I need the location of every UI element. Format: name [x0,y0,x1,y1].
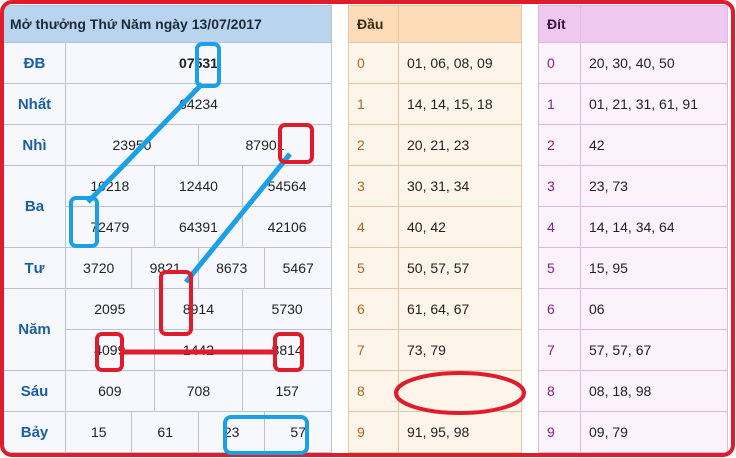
prize-tu-value: 8673 [197,247,266,289]
prize-ba-value: 10218 [65,165,155,207]
dau-values: 61, 64, 67 [398,288,522,330]
dau-digit: 9 [348,411,399,453]
prize-label-tu: Tư [3,247,66,289]
dit-digit: 0 [538,42,581,84]
dit-values: 08, 18, 98 [580,370,728,412]
dau-values: 91, 95, 98 [398,411,522,453]
prize-ba-value: 72479 [65,206,155,248]
dau-digit: 5 [348,247,399,289]
dau-values [398,370,522,412]
dau-digit: 4 [348,206,399,248]
prize-ba-value: 64391 [153,206,244,248]
dit-header: Đít [538,5,581,43]
dau-header-blank [398,5,522,43]
prize-sau-value: 708 [153,370,244,412]
prize-nam-value: 5730 [242,288,332,330]
dit-digit: 6 [538,288,581,330]
dau-digit: 6 [348,288,399,330]
dau-values: 20, 21, 23 [398,124,522,166]
dau-digit: 7 [348,329,399,371]
dau-table: Đầu 0 01, 06, 08, 09 1 14, 14, 15, 18 2 20,… [348,5,522,453]
prize-tu-value: 3720 [64,247,133,289]
dit-values: 23, 73 [580,165,728,207]
prize-bay-value: 23 [197,411,266,453]
dau-values: 30, 31, 34 [398,165,522,207]
prize-nam-value: 1442 [153,329,244,371]
lottery-result-panel: Mở thưởng Thứ Năm ngày 13/07/2017 ĐB 075… [0,0,736,458]
dit-header-blank [580,5,728,43]
dit-values: 57, 57, 67 [580,329,728,371]
dau-digit: 2 [348,124,399,166]
dit-digit: 9 [538,411,581,453]
dit-table: Đít 0 20, 30, 40, 50 1 01, 21, 31, 61, 91 … [538,5,728,453]
dit-digit: 4 [538,206,581,248]
prize-label-db: ĐB [3,42,66,84]
dau-values: 01, 06, 08, 09 [398,42,522,84]
dau-values: 73, 79 [398,329,522,371]
prize-ba-value: 42106 [242,206,332,248]
prize-sau-value: 157 [242,370,332,412]
dit-values: 20, 30, 40, 50 [580,42,728,84]
prize-nam-value: 2095 [65,288,155,330]
prize-label-sau: Sáu [3,370,66,412]
prize-nam-value: 4099 [65,329,155,371]
dit-digit: 5 [538,247,581,289]
prize-ba-value: 12440 [153,165,244,207]
prize-sau-value: 609 [65,370,155,412]
results-table: Mở thưởng Thứ Năm ngày 13/07/2017 ĐB 075… [3,5,333,453]
dit-digit: 2 [538,124,581,166]
dit-values: 09, 79 [580,411,728,453]
dau-values: 50, 57, 57 [398,247,522,289]
dau-digit: 8 [348,370,399,412]
results-title: Mở thưởng Thứ Năm ngày 13/07/2017 [3,5,332,43]
prize-label-bay: Bảy [3,411,66,453]
dit-digit: 1 [538,83,581,125]
dau-digit: 1 [348,83,399,125]
dau-digit: 3 [348,165,399,207]
dit-values: 14, 14, 34, 64 [580,206,728,248]
dit-digit: 7 [538,329,581,371]
prize-nhi-value: 87901 [197,124,333,166]
dit-digit: 3 [538,165,581,207]
prize-nam-value: 8814 [242,329,332,371]
prize-bay-value: 61 [131,411,199,453]
dit-values: 06 [580,288,728,330]
dau-header: Đầu [348,5,399,43]
dit-values: 01, 21, 31, 61, 91 [580,83,728,125]
prize-bay-value: 57 [264,411,332,453]
dau-values: 40, 42 [398,206,522,248]
prize-nam-value: 8914 [153,288,244,330]
prize-db-value: 07531 [65,42,332,84]
prize-nhat-value: 64234 [65,83,332,125]
dau-values: 14, 14, 15, 18 [398,83,522,125]
prize-ba-value: 54564 [242,165,332,207]
dau-digit: 0 [348,42,399,84]
dit-values: 15, 95 [580,247,728,289]
prize-bay-value: 15 [64,411,133,453]
prize-label-nhat: Nhất [3,83,66,125]
prize-label-nhi: Nhì [3,124,66,166]
prize-tu-value: 9821 [131,247,199,289]
prize-label-nam: Năm [3,288,66,371]
prize-nhi-value: 23950 [65,124,199,166]
dit-digit: 8 [538,370,581,412]
dit-values: 42 [580,124,728,166]
prize-label-ba: Ba [3,165,66,248]
prize-tu-value: 5467 [264,247,332,289]
